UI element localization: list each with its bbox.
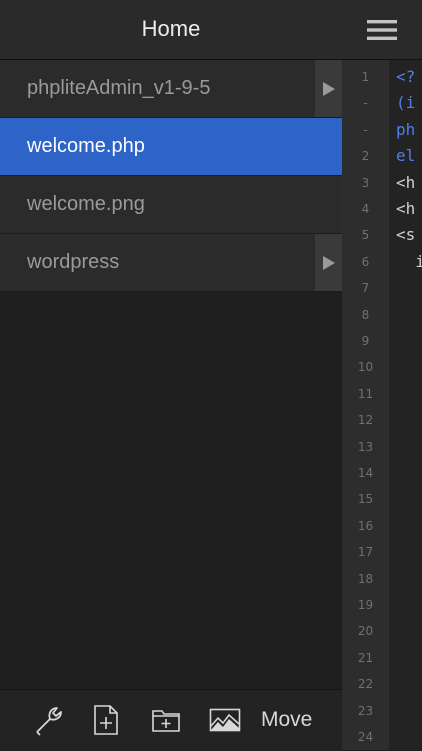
line-number: 20 bbox=[357, 624, 374, 639]
line-number: 17 bbox=[357, 545, 374, 560]
editor-header bbox=[342, 0, 422, 60]
code-line: i bbox=[415, 251, 422, 271]
line-number: 1 bbox=[361, 70, 370, 84]
bottom-toolbar: Move bbox=[0, 689, 342, 751]
page-title: Home bbox=[141, 16, 201, 41]
line-number: 5 bbox=[361, 228, 370, 243]
code-line: <h bbox=[396, 172, 416, 192]
line-number: 3 bbox=[361, 175, 370, 190]
line-number: 24 bbox=[357, 730, 374, 744]
file-item-label: phpliteAdmin_v1-9-5 bbox=[27, 77, 211, 99]
hamburger-menu-icon[interactable] bbox=[342, 0, 422, 59]
code-line: <s bbox=[396, 225, 416, 245]
line-number: 6 bbox=[361, 254, 370, 269]
line-number: 22 bbox=[357, 677, 374, 692]
wrench-icon[interactable] bbox=[32, 704, 66, 736]
line-number: 15 bbox=[357, 492, 374, 507]
file-item-welcome-png[interactable]: welcome.png bbox=[0, 176, 342, 234]
move-button[interactable]: Move bbox=[261, 690, 312, 751]
code-line: el bbox=[396, 146, 416, 166]
line-number: 19 bbox=[357, 598, 374, 612]
line-number: 4 bbox=[361, 202, 370, 216]
file-item-phpliteadmin[interactable]: phpliteAdmin_v1-9-5 bbox=[0, 60, 342, 118]
line-number: 18 bbox=[357, 571, 374, 586]
chevron-right-icon[interactable] bbox=[315, 234, 342, 291]
file-item-welcome-php[interactable]: welcome.php bbox=[0, 118, 342, 176]
line-number: 16 bbox=[357, 518, 374, 533]
file-item-label: welcome.php bbox=[27, 135, 145, 157]
line-number: - bbox=[363, 122, 368, 137]
file-item-label: wordpress bbox=[27, 251, 120, 273]
line-number: 7 bbox=[361, 281, 370, 296]
line-number: 21 bbox=[357, 650, 374, 665]
code-line: <h bbox=[396, 199, 416, 218]
line-number: 13 bbox=[357, 439, 374, 454]
new-folder-icon[interactable] bbox=[150, 704, 182, 736]
line-number: 2 bbox=[361, 149, 370, 164]
code-line: (i bbox=[396, 93, 416, 113]
line-number-gutter: 1- -2 3 4 5 6 7 8 9 10 11 12 13 14 15 16 17 18 19 20 21 22 23 2… bbox=[342, 60, 389, 750]
file-browser-sidebar: Home phpliteAdmin_v1-9-5 welcome.php wel… bbox=[0, 0, 342, 751]
line-number: 23 bbox=[357, 703, 374, 718]
sidebar-header: Home bbox=[0, 0, 342, 60]
line-number: 14 bbox=[357, 466, 374, 480]
code-area[interactable]: <? (i ph el <h <h <s i bbox=[389, 60, 422, 750]
line-number: 12 bbox=[357, 413, 374, 428]
line-number: 11 bbox=[357, 386, 374, 401]
new-file-icon[interactable] bbox=[92, 704, 120, 736]
line-number: 8 bbox=[361, 307, 370, 322]
code-line: ph bbox=[396, 119, 416, 139]
file-list: phpliteAdmin_v1-9-5 welcome.php welcome.… bbox=[0, 60, 342, 292]
code-line: <? bbox=[396, 67, 416, 86]
file-item-wordpress[interactable]: wordpress bbox=[0, 234, 342, 292]
line-number: 10 bbox=[357, 360, 374, 375]
code-editor[interactable]: 1- -2 3 4 5 6 7 8 9 10 11 12 13 14 15 16 17 18 19 20 21 22 23 2… bbox=[342, 0, 422, 750]
file-item-label: welcome.png bbox=[27, 193, 145, 215]
line-number: - bbox=[363, 96, 368, 111]
image-icon[interactable] bbox=[208, 704, 242, 736]
line-number: 9 bbox=[361, 334, 370, 348]
chevron-right-icon[interactable] bbox=[315, 60, 342, 117]
